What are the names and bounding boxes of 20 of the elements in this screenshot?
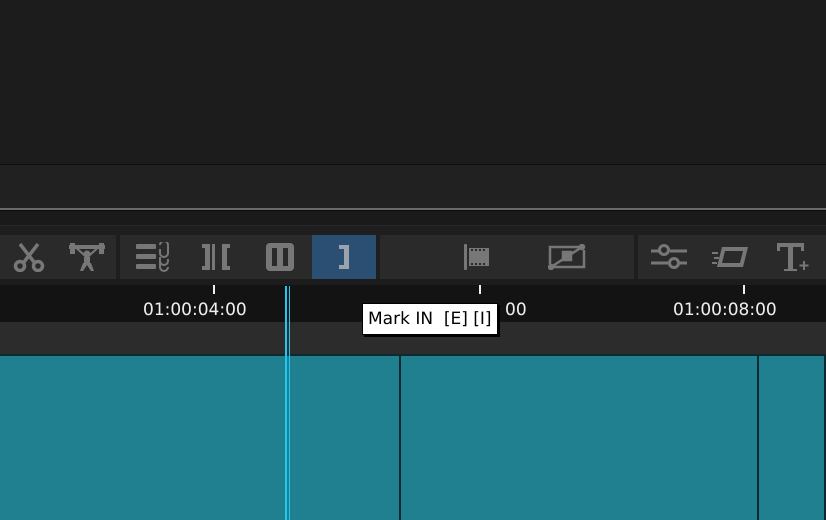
timecode-label: 01:00:08:00 — [673, 300, 777, 320]
video-clip[interactable] — [0, 356, 401, 520]
weightlifter-icon — [68, 242, 106, 272]
timecode-label: 00 — [505, 300, 527, 320]
text-add-icon — [776, 242, 810, 272]
keyframe-icon — [548, 244, 586, 270]
film-edge-icon — [464, 244, 490, 270]
brackets-icon — [201, 242, 231, 272]
scissors-icon — [12, 242, 46, 272]
tooltip: Mark IN [E] [I] — [362, 303, 498, 335]
bracket-icon — [337, 243, 351, 271]
tool-button[interactable] — [312, 235, 376, 279]
video-clip[interactable] — [759, 356, 826, 520]
video-clip[interactable] — [401, 356, 759, 520]
lines-link-icon — [135, 242, 169, 272]
playhead[interactable] — [284, 286, 292, 520]
film-icon — [712, 244, 750, 270]
timecode-label: 01:00:04:00 — [143, 300, 247, 320]
split-icon — [265, 242, 295, 272]
sliders-icon — [650, 244, 688, 270]
